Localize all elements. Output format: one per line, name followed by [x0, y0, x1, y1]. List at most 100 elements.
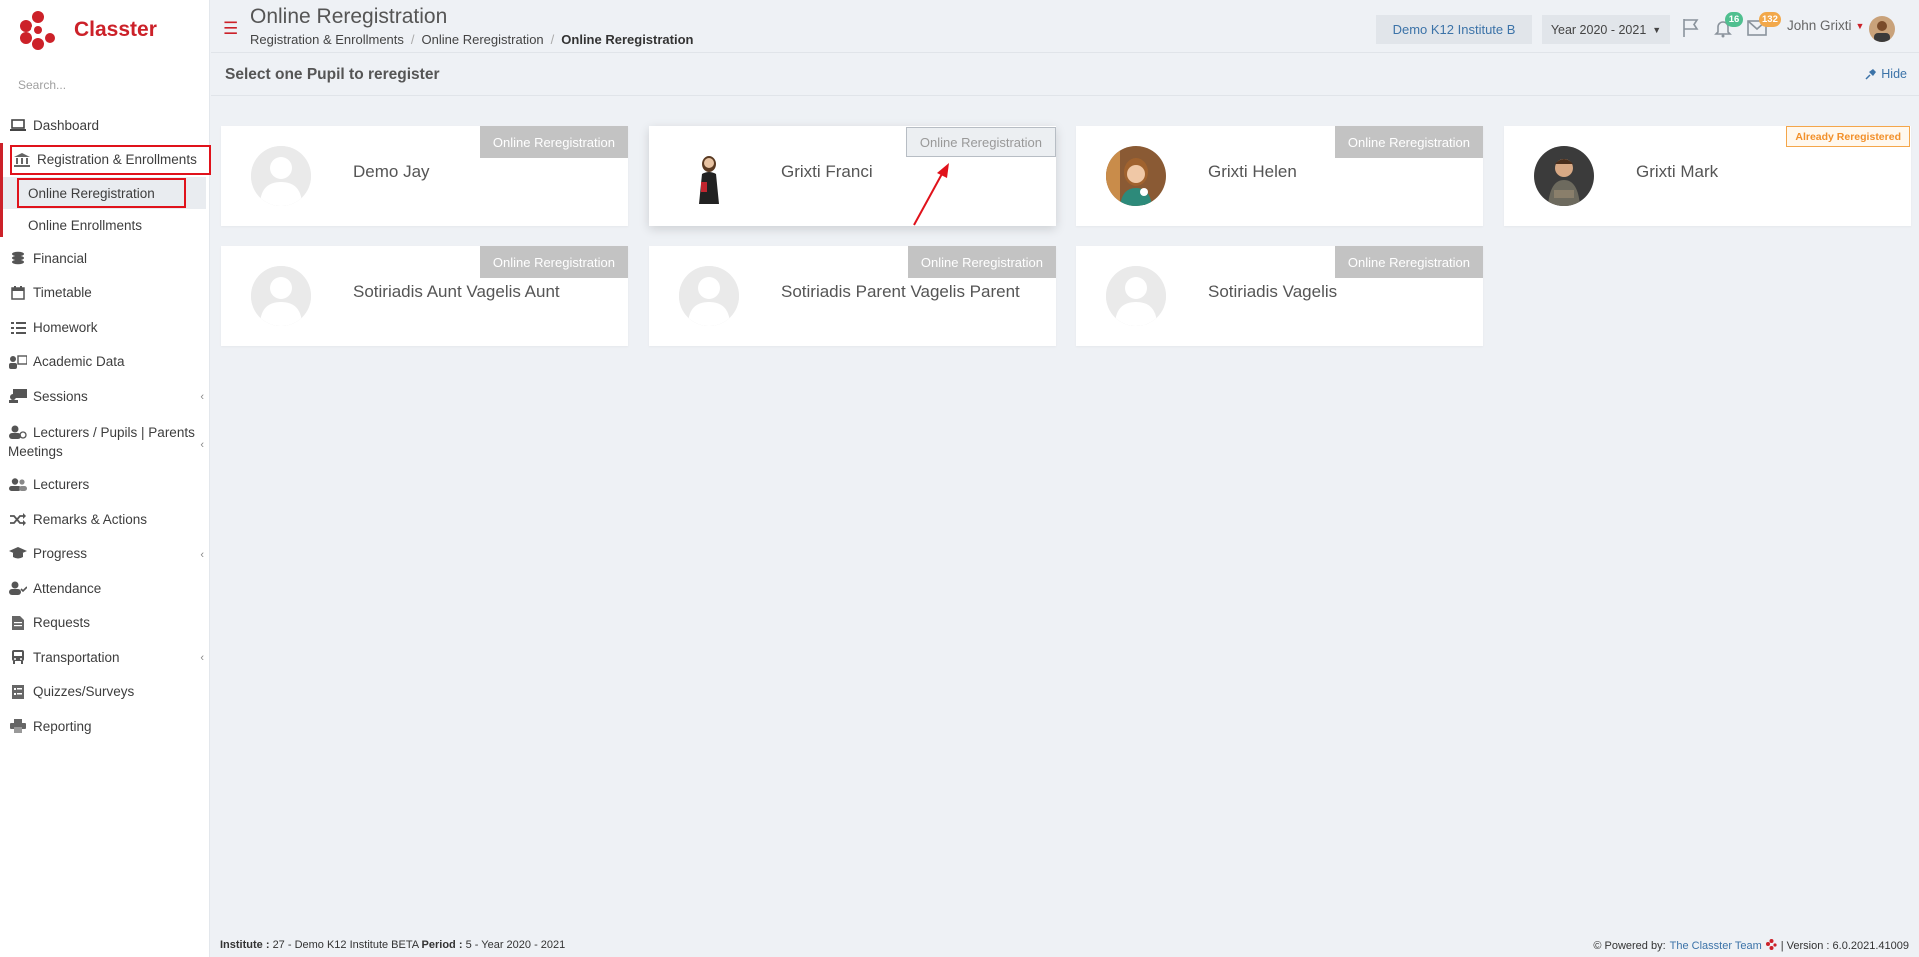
bus-icon — [8, 649, 28, 665]
sidebar-item-attendance[interactable]: Attendance — [0, 571, 210, 606]
section-bar: Select one Pupil to reregister Hide — [211, 54, 1919, 96]
sidebar-item-registration-enrollments[interactable]: Registration & Enrollments — [0, 143, 210, 178]
laptop-icon — [8, 117, 28, 133]
meeting-icon — [8, 424, 28, 440]
footer-context: Institute : 27 - Demo K12 Institute BETA… — [220, 939, 565, 951]
sidebar-subitem-online-reregistration[interactable]: Online Reregistration — [0, 177, 206, 209]
academic-icon — [8, 354, 28, 370]
bell-icon[interactable]: 16 — [1711, 12, 1743, 40]
pupil-card[interactable]: Sotiriadis Aunt Vagelis Aunt Online Rere… — [221, 246, 628, 346]
sidebar-item-label: Financial — [33, 250, 88, 266]
footer-powered-label: Powered by: — [1604, 940, 1666, 952]
sidebar-item-label: Progress — [33, 546, 88, 562]
breadcrumb-item[interactable]: Registration & Enrollments — [250, 32, 404, 47]
sidebar-item-lecturers[interactable]: Lecturers — [0, 468, 210, 503]
hide-button[interactable]: Hide — [1865, 67, 1907, 81]
online-reregistration-button[interactable]: Online Reregistration — [479, 126, 628, 158]
pupil-card[interactable]: Grixti Helen Online Reregistration — [1076, 126, 1483, 226]
sidebar-item-progress[interactable]: Progress ‹ — [0, 537, 210, 572]
sidebar-item-label: Timetable — [33, 285, 92, 301]
sidebar-item-label: Transportation — [33, 649, 120, 665]
users-icon — [8, 477, 28, 493]
top-header: ☰ Online Reregistration Registration & E… — [211, 0, 1919, 53]
online-reregistration-button[interactable]: Online Reregistration — [907, 246, 1056, 278]
breadcrumb-separator: / — [410, 32, 415, 47]
pupil-card[interactable]: Grixti Franci Online Reregistration — [649, 126, 1056, 226]
hamburger-menu-icon[interactable]: ☰ — [223, 20, 238, 37]
footer-institute-label: Institute : — [220, 939, 270, 951]
sidebar-item-remarks-actions[interactable]: Remarks & Actions — [0, 502, 210, 537]
breadcrumb-separator: / — [550, 32, 555, 47]
document-icon — [8, 615, 28, 631]
sidebar-item-sessions[interactable]: Sessions ‹ — [0, 379, 210, 414]
sidebar: Classter Dashboard Registration & Enroll… — [0, 0, 211, 957]
chevron-left-icon: ‹ — [200, 438, 204, 451]
year-selector[interactable]: Year 2020 - 2021 ▼ — [1542, 15, 1670, 44]
sidebar-item-label: Lecturers — [33, 477, 90, 493]
avatar-placeholder — [251, 146, 311, 206]
institute-selector-button[interactable]: Demo K12 Institute B — [1376, 15, 1532, 44]
sidebar-item-transportation[interactable]: Transportation ‹ — [0, 640, 210, 675]
chevron-left-icon: ‹ — [200, 652, 204, 664]
pupil-card[interactable]: Grixti Mark Already Reregistered — [1504, 126, 1911, 226]
pupil-card[interactable]: Sotiriadis Vagelis Online Reregistration — [1076, 246, 1483, 346]
sidebar-item-label: Reporting — [33, 718, 92, 734]
sidebar-item-dashboard[interactable]: Dashboard — [0, 108, 210, 143]
sidebar-item-requests[interactable]: Requests — [0, 606, 210, 641]
breadcrumb-item[interactable]: Online Reregistration — [422, 32, 544, 47]
footer-credits: © Powered by: The Classter Team | Versio… — [1593, 939, 1909, 953]
online-reregistration-button[interactable]: Online Reregistration — [1334, 126, 1483, 158]
sidebar-item-label: Online Enrollments — [28, 217, 143, 233]
year-selector-value: Year 2020 - 2021 — [1550, 22, 1647, 37]
sidebar-item-reporting[interactable]: Reporting — [0, 709, 210, 744]
search-input[interactable] — [8, 72, 198, 98]
pupil-name: Sotiriadis Parent Vagelis Parent — [781, 282, 1020, 301]
sidebar-group-registration: Registration & Enrollments Online Reregi… — [0, 142, 210, 242]
pupil-card[interactable]: Sotiriadis Parent Vagelis Parent Online … — [649, 246, 1056, 346]
attendance-icon — [8, 580, 28, 596]
footer-period-label: Period : — [421, 939, 463, 951]
pupil-name: Grixti Franci — [781, 162, 873, 181]
messages-badge: 132 — [1759, 12, 1781, 27]
envelope-icon[interactable]: 132 — [1745, 12, 1781, 40]
sidebar-item-label: Dashboard — [33, 117, 100, 133]
online-reregistration-button[interactable]: Online Reregistration — [1334, 246, 1483, 278]
hide-label: Hide — [1881, 67, 1907, 81]
pupil-photo — [679, 146, 739, 206]
pupil-name: Demo Jay — [353, 162, 430, 181]
pupil-name: Sotiriadis Aunt Vagelis Aunt — [353, 282, 560, 301]
user-name: John Grixti — [1787, 18, 1852, 33]
sidebar-item-label: Registration & Enrollments — [37, 152, 197, 168]
sidebar-item-financial[interactable]: Financial — [0, 241, 210, 276]
footer-powered-link[interactable]: The Classter Team — [1670, 940, 1762, 952]
app-logo[interactable]: Classter — [18, 10, 157, 50]
sidebar-item-quizzes-surveys[interactable]: Quizzes/Surveys — [0, 675, 210, 710]
chevron-left-icon: ‹ — [200, 391, 204, 403]
pupil-name: Grixti Mark — [1636, 162, 1719, 181]
sidebar-item-timetable[interactable]: Timetable — [0, 276, 210, 311]
sidebar-subitem-online-enrollments[interactable]: Online Enrollments — [0, 209, 210, 241]
user-menu[interactable]: John Grixti ▼ — [1787, 18, 1864, 33]
sidebar-item-label: Attendance — [33, 580, 102, 596]
sidebar-item-academic-data[interactable]: Academic Data — [0, 345, 210, 380]
avatar-placeholder — [251, 266, 311, 326]
sidebar-nav: Dashboard Registration & Enrollments Onl… — [0, 108, 210, 744]
caret-down-icon: ▼ — [1855, 20, 1865, 31]
breadcrumb-current: Online Reregistration — [561, 32, 694, 47]
sidebar-item-label: Lecturers / Pupils | Parents Meetings — [8, 424, 195, 459]
sidebar-item-label: Requests — [33, 615, 91, 631]
shuffle-icon — [8, 511, 28, 527]
already-reregistered-badge: Already Reregistered — [1786, 126, 1910, 147]
flag-icon[interactable] — [1679, 16, 1703, 40]
sidebar-item-label: Quizzes/Surveys — [33, 684, 135, 700]
user-avatar[interactable] — [1869, 16, 1895, 42]
online-reregistration-button[interactable]: Online Reregistration — [479, 246, 628, 278]
pupil-card[interactable]: Demo Jay Online Reregistration — [221, 126, 628, 226]
sidebar-item-meetings[interactable]: Lecturers / Pupils | Parents Meetings ‹ — [0, 414, 210, 468]
graduation-cap-icon — [8, 546, 28, 562]
bank-icon — [12, 152, 32, 168]
online-reregistration-button[interactable]: Online Reregistration — [905, 127, 1056, 157]
pupil-photo — [1106, 146, 1166, 206]
footer-period-value: 5 - Year 2020 - 2021 — [465, 939, 566, 951]
sidebar-item-homework[interactable]: Homework — [0, 310, 210, 345]
